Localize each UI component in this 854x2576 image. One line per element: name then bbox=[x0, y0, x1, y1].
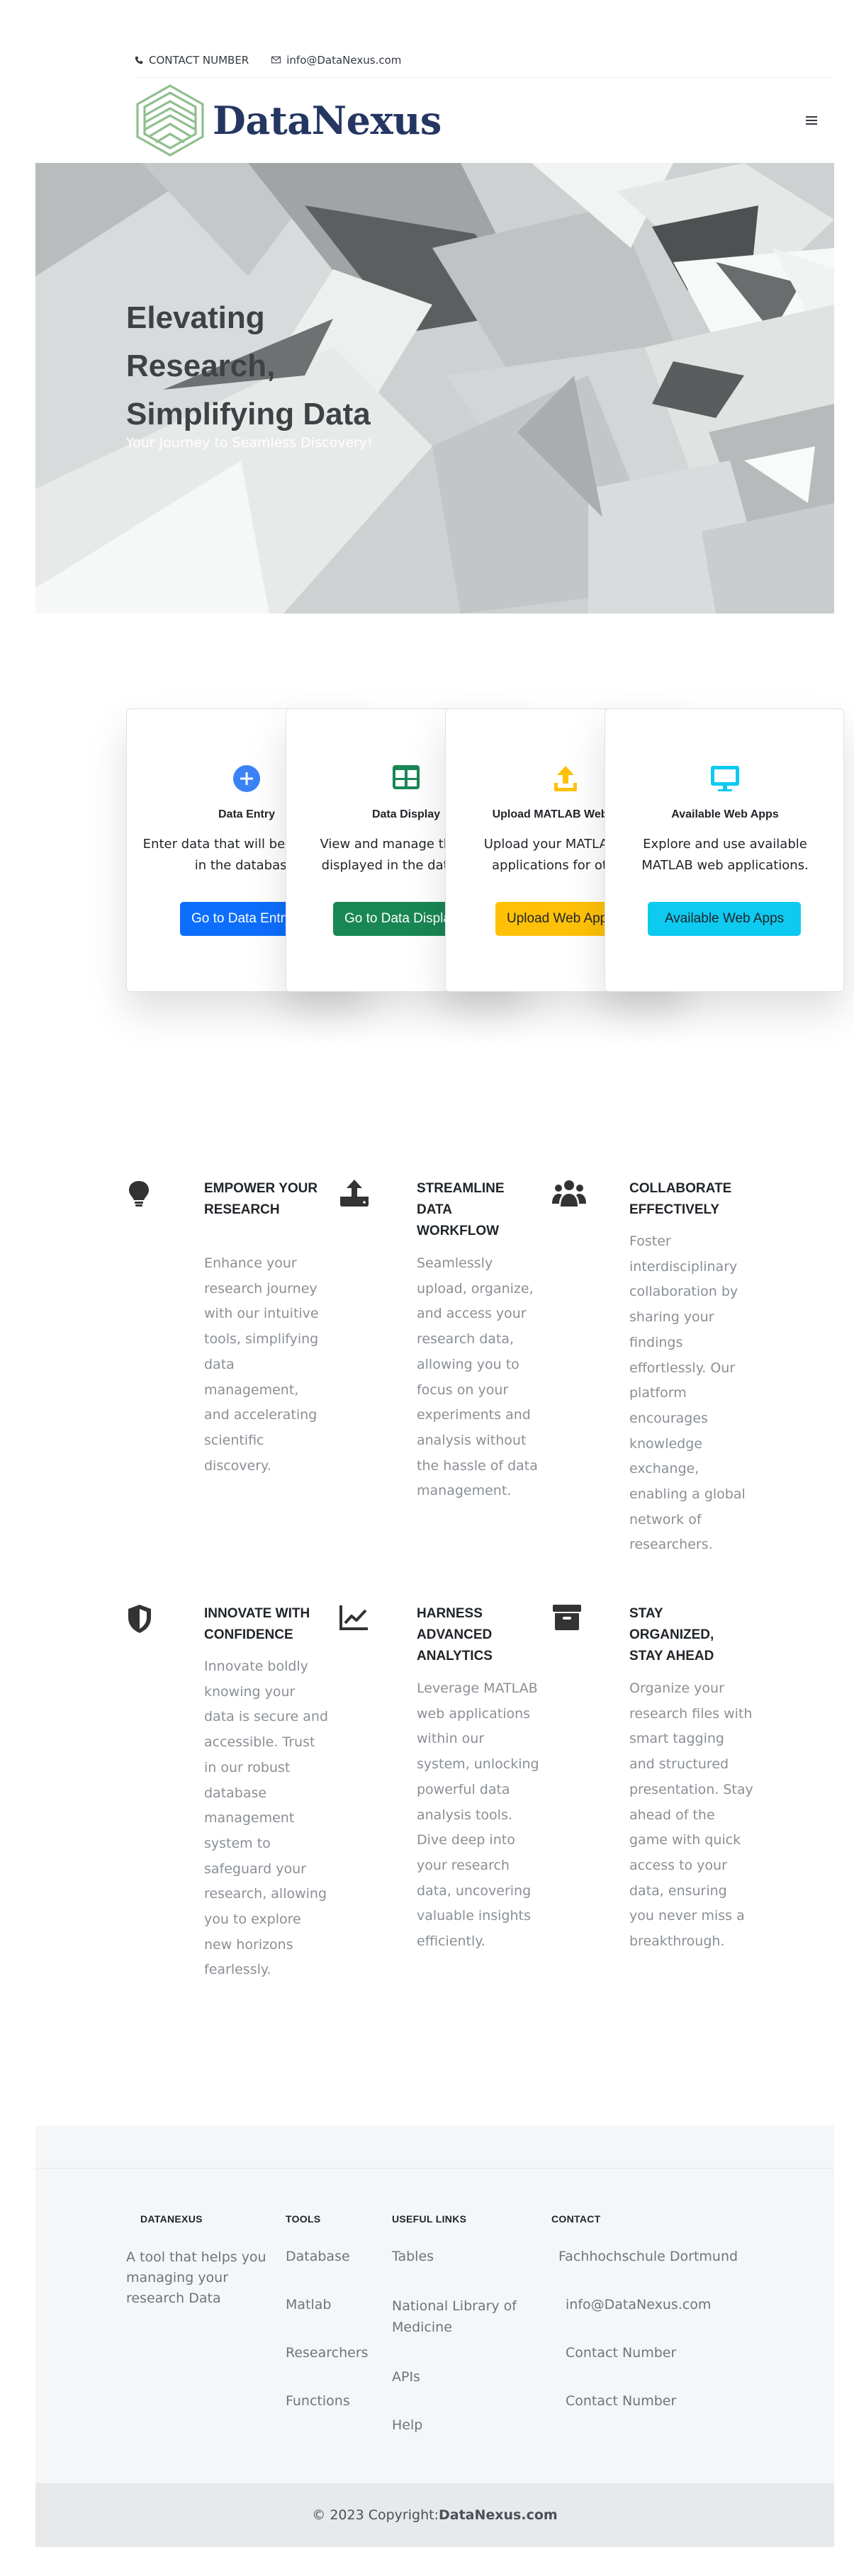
footer-link-apis[interactable]: APIs bbox=[392, 2368, 534, 2386]
brand-link[interactable]: DataNexus bbox=[135, 83, 442, 158]
footer-link-database[interactable]: Database bbox=[286, 2247, 385, 2266]
footer-heading: USEFUL LINKS bbox=[392, 2213, 467, 2225]
users-icon bbox=[552, 1180, 586, 1207]
card-text: Explore and use available MATLAB web app… bbox=[641, 837, 809, 873]
plus-circle-icon bbox=[233, 765, 260, 792]
stacked-layers-logo-icon bbox=[136, 84, 204, 157]
copyright-site-link[interactable]: DataNexus.com bbox=[439, 2507, 558, 2523]
footer-heading: DATANEXUS bbox=[140, 2213, 203, 2225]
card-available-web-apps: Available Web Apps Explore and use avail… bbox=[605, 708, 844, 992]
hero-title-line: Elevating bbox=[126, 300, 265, 335]
feature-title: INNOVATE WITH CONFIDENCE bbox=[204, 1606, 310, 1642]
feature-title: EMPOWER YOUR RESEARCH bbox=[204, 1181, 318, 1217]
feature-title: COLLABORATE EFFECTIVELY bbox=[629, 1181, 732, 1217]
footer-link-functions[interactable]: Functions bbox=[286, 2392, 385, 2410]
feature-text: Organize your research files with smart … bbox=[629, 1680, 753, 1950]
lightbulb-icon bbox=[129, 1181, 149, 1207]
footer-link-national-library[interactable]: National Library of Medicine bbox=[392, 2295, 534, 2338]
footer-contact: CONTACT Fachhochschule Dortmund info@Dat… bbox=[551, 2213, 778, 2440]
feature-title: STAY ORGANIZED, STAY AHEAD bbox=[629, 1606, 714, 1663]
footer-about: DATANEXUS A tool that helps you managing… bbox=[126, 2213, 268, 2309]
upload-tray-icon bbox=[340, 1180, 369, 1207]
hero-section: Elevating Research, Simplifying Data You… bbox=[35, 163, 834, 614]
feature-title: STREAMLINE DATA WORKFLOW bbox=[417, 1181, 505, 1238]
feature-text: Foster interdisciplinary collaboration b… bbox=[629, 1233, 746, 1553]
footer-heading: CONTACT bbox=[551, 2213, 601, 2225]
footer-link-researchers[interactable]: Researchers bbox=[286, 2344, 385, 2362]
copyright-bar: © 2023 Copyright: DataNexus.com bbox=[35, 2483, 834, 2547]
phone-contact[interactable]: CONTACT NUMBER bbox=[135, 54, 249, 67]
top-contact-bar: CONTACT NUMBER info@DataNexus.com bbox=[135, 43, 833, 78]
go-to-data-entry-button[interactable]: Go to Data Entry bbox=[180, 902, 303, 936]
menu-toggle-button[interactable] bbox=[796, 105, 827, 136]
envelope-icon bbox=[271, 56, 281, 64]
hero-title: Elevating Research, Simplifying Data bbox=[126, 294, 452, 439]
email-label: info@DataNexus.com bbox=[286, 53, 402, 67]
archive-icon bbox=[553, 1605, 581, 1630]
copyright-text: © 2023 Copyright: bbox=[312, 2507, 439, 2523]
footer-link-tables[interactable]: Tables bbox=[392, 2247, 534, 2266]
hero-subtitle: Your Journey to Seamless Discovery! bbox=[126, 435, 373, 451]
footer-contact-email[interactable]: info@DataNexus.com bbox=[551, 2295, 778, 2314]
hero-title-line: Simplifying Data bbox=[126, 397, 371, 431]
card-title: Available Web Apps bbox=[671, 808, 779, 820]
footer-tools: TOOLS Database Matlab Researchers Functi… bbox=[286, 2213, 385, 2440]
feature-title: HARNESS ADVANCED ANALYTICS bbox=[417, 1606, 493, 1663]
footer-divider bbox=[35, 2168, 834, 2169]
email-contact[interactable]: info@DataNexus.com bbox=[271, 54, 401, 67]
line-chart-icon bbox=[339, 1605, 368, 1630]
footer-about-text: A tool that helps you managing your rese… bbox=[126, 2249, 266, 2306]
footer-link-matlab[interactable]: Matlab bbox=[286, 2295, 385, 2314]
feature-text: Innovate boldly knowing your data is sec… bbox=[204, 1659, 328, 1978]
footer-contact-phone[interactable]: Contact Number bbox=[551, 2392, 778, 2410]
site-header: DataNexus bbox=[135, 79, 833, 162]
footer-heading: TOOLS bbox=[286, 2213, 321, 2225]
footer-contact-phone[interactable]: Contact Number bbox=[551, 2344, 778, 2362]
feature-text: Enhance your research journey with our i… bbox=[204, 1255, 319, 1474]
feature-text: Leverage MATLAB web applications within … bbox=[417, 1680, 539, 1950]
table-icon bbox=[393, 765, 420, 789]
hamburger-icon bbox=[806, 116, 817, 125]
footer-contact-address[interactable]: Fachhochschule Dortmund bbox=[551, 2247, 778, 2266]
available-web-apps-button[interactable]: Available Web Apps bbox=[648, 902, 801, 936]
upload-icon bbox=[554, 766, 577, 791]
footer-link-help[interactable]: Help bbox=[392, 2416, 534, 2434]
footer-useful-links: USEFUL LINKS Tables National Library of … bbox=[392, 2213, 534, 2464]
phone-label: CONTACT NUMBER bbox=[149, 53, 249, 67]
feature-text: Seamlessly upload, organize, and access … bbox=[417, 1255, 538, 1499]
monitor-icon bbox=[711, 766, 739, 791]
service-cards: Data Entry Enter data that will be displ… bbox=[126, 708, 849, 995]
phone-icon bbox=[135, 56, 143, 64]
hero-title-line: Research, bbox=[126, 349, 276, 383]
shield-icon bbox=[128, 1605, 151, 1633]
site-footer: DATANEXUS A tool that helps you managing… bbox=[35, 2125, 834, 2483]
brand-name: DataNexus bbox=[213, 98, 442, 143]
